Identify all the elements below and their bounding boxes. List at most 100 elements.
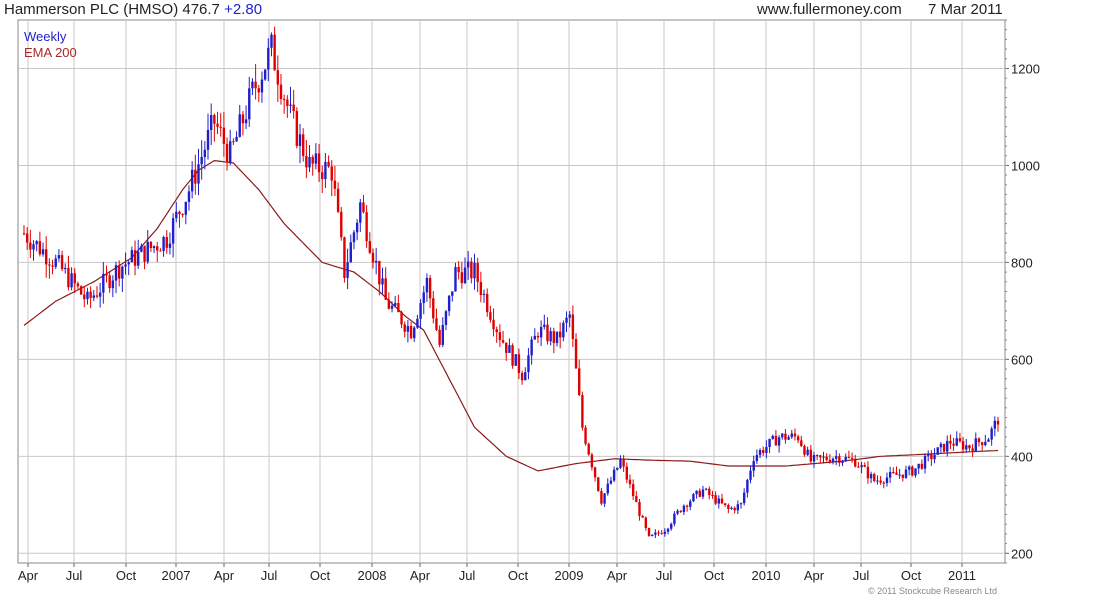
candle-body — [698, 490, 701, 497]
candle-body — [961, 441, 965, 450]
candle-body — [466, 261, 470, 268]
candle-body — [787, 437, 790, 440]
candle-body — [987, 439, 990, 442]
candle-body — [828, 459, 832, 463]
candle-body — [359, 202, 362, 223]
x-tick-label: Jul — [261, 568, 278, 583]
candle-body — [796, 436, 800, 441]
candle-body — [939, 443, 943, 448]
candle-body — [374, 260, 378, 263]
candle-body — [219, 126, 222, 128]
candle-body — [815, 455, 819, 457]
candle-body — [305, 156, 308, 168]
candle-body — [533, 335, 536, 340]
candle-body — [603, 493, 606, 504]
plot-area — [17, 19, 1006, 564]
y-tick-label: 1200 — [1011, 61, 1040, 76]
candle-body — [841, 460, 844, 463]
candle-body — [739, 503, 743, 505]
legend-ema: EMA 200 — [24, 45, 77, 60]
candle-body — [530, 339, 533, 356]
candle-body — [644, 517, 648, 528]
candle-body — [371, 252, 375, 263]
candle-body — [946, 440, 949, 452]
candle-body — [749, 470, 752, 480]
candle-body — [317, 153, 321, 173]
candle-body — [701, 489, 705, 497]
candle-body — [907, 466, 911, 470]
candle-body — [844, 456, 847, 461]
candle-body — [197, 164, 200, 184]
candle-body — [159, 250, 162, 252]
candle-body — [298, 134, 302, 146]
candle-body — [971, 448, 974, 452]
candle-body — [612, 469, 616, 481]
candle-body — [222, 127, 226, 144]
candle-body — [578, 368, 581, 396]
candle-body — [400, 312, 403, 325]
candle-body — [83, 294, 86, 300]
candle-body — [273, 34, 276, 71]
candle-body — [321, 172, 324, 180]
candle-body — [387, 299, 391, 309]
candle-body — [149, 241, 153, 249]
candle-body — [73, 273, 76, 284]
x-tick-label: Apr — [214, 568, 235, 583]
candle-body — [958, 438, 962, 442]
candle-body — [105, 273, 108, 276]
candle-body — [552, 331, 556, 344]
x-tick-label: Jul — [459, 568, 476, 583]
candle-body — [733, 507, 736, 511]
candle-body — [489, 312, 492, 320]
candle-body — [486, 293, 489, 313]
candle-body — [79, 286, 83, 295]
candle-body — [660, 533, 663, 535]
candle-body — [685, 505, 689, 507]
candle-body — [927, 454, 930, 456]
candle-body — [251, 81, 254, 89]
candle-body — [286, 99, 289, 106]
candle-body — [822, 456, 825, 458]
candle-body — [546, 324, 549, 342]
candle-body — [568, 314, 571, 318]
candle-body — [397, 302, 400, 313]
candle-body — [365, 212, 368, 242]
x-tick-label: Jul — [656, 568, 673, 583]
candle-body — [876, 480, 879, 482]
candle-body — [444, 311, 448, 325]
candle-body — [146, 241, 149, 262]
candle-body — [742, 492, 746, 504]
candle-body — [352, 232, 356, 243]
candle-body — [260, 79, 264, 93]
candle-body — [984, 441, 987, 446]
candle-body — [885, 477, 889, 484]
candle-body — [781, 433, 784, 438]
candle-body — [854, 458, 857, 467]
candle-body — [25, 233, 29, 243]
candle-body — [892, 472, 895, 474]
candle-body — [505, 342, 508, 353]
candle-body — [708, 488, 711, 496]
candle-body — [413, 327, 416, 339]
candle-body — [463, 267, 467, 284]
candle-body — [422, 292, 425, 304]
candle-body — [622, 459, 625, 467]
x-tick-label: Oct — [310, 568, 331, 583]
candle-body — [723, 503, 727, 506]
candle-body — [834, 456, 838, 459]
candle-body — [454, 267, 457, 292]
candle-body — [866, 466, 870, 479]
stock-chart: 200 400 600 800 1000 1200 Apr Jul Oct 2007 Apr Jul… — [17, 19, 1040, 583]
candle-body — [324, 161, 327, 180]
candle-body — [863, 465, 866, 467]
candle-body — [993, 420, 997, 429]
candle-body — [378, 260, 381, 285]
candle-body — [673, 513, 676, 524]
candle-body — [137, 251, 140, 266]
candle-body — [67, 267, 70, 288]
candle-body — [213, 115, 216, 124]
candle-body — [514, 354, 517, 366]
candle-body — [838, 456, 841, 463]
candle-body — [390, 305, 394, 309]
candle-body — [209, 115, 213, 130]
